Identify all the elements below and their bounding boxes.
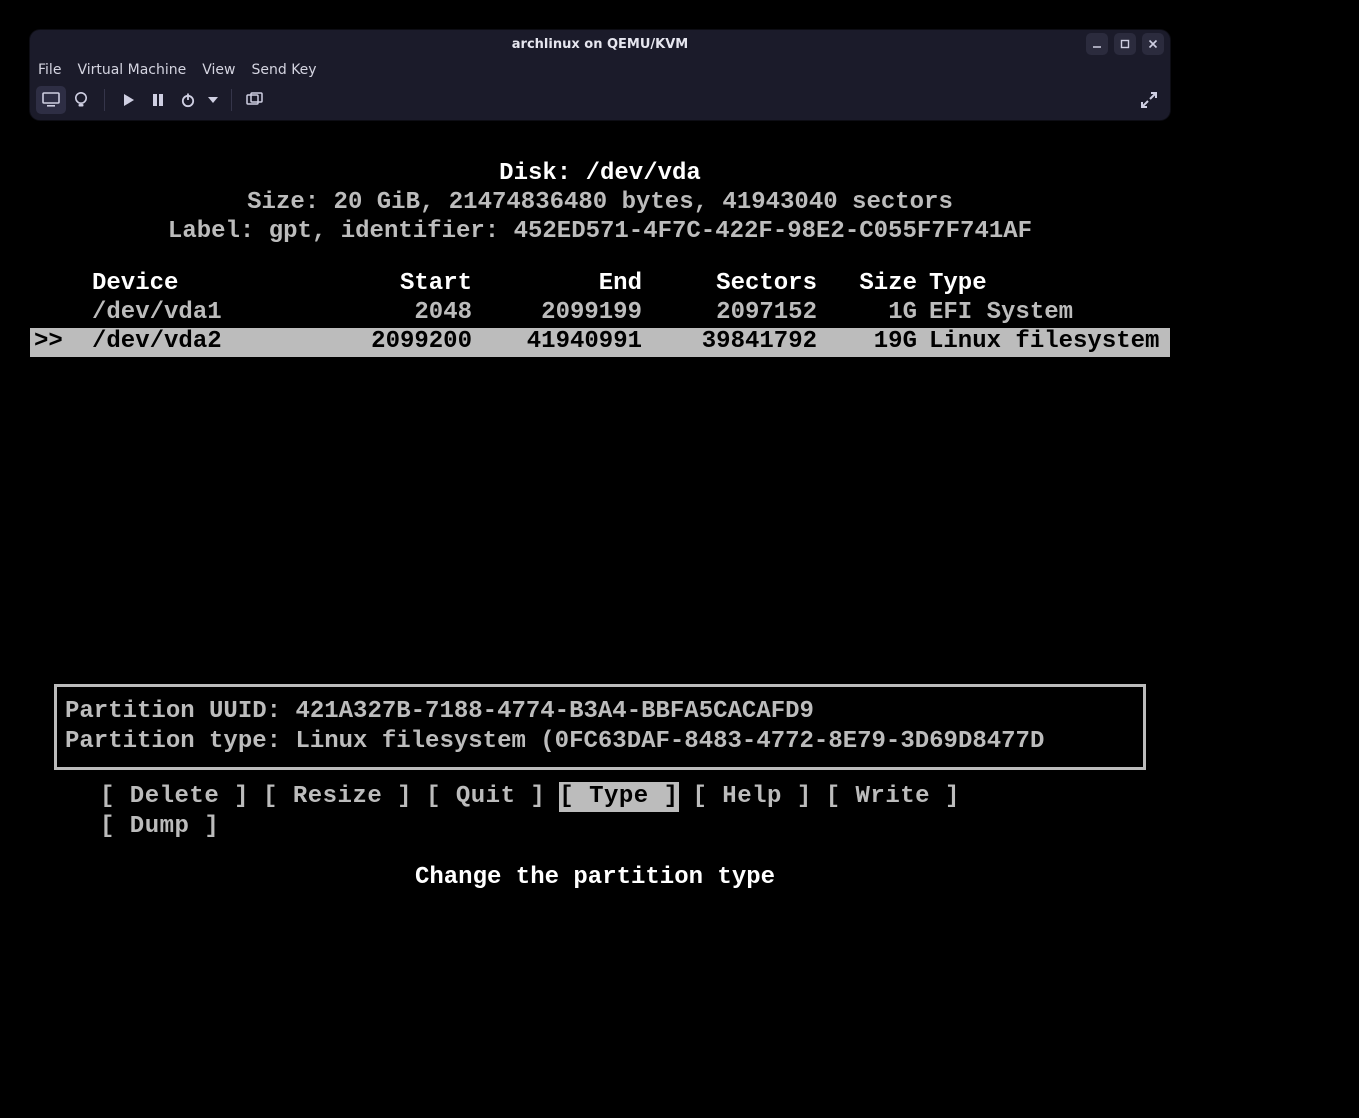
window-titlebar: archlinux on QEMU/KVM <box>30 30 1170 58</box>
window-title: archlinux on QEMU/KVM <box>512 37 688 52</box>
toolbar-separator-2 <box>231 89 232 111</box>
partition-row[interactable]: >>/dev/vda22099200419409913984179219GLin… <box>30 328 1170 357</box>
partition-row[interactable]: /dev/vda12048209919920971521GEFI System <box>30 299 1170 328</box>
partition-uuid-line: Partition UUID: 421A327B-7188-4774-B3A4-… <box>65 697 1135 727</box>
disk-label-line: Label: gpt, identifier: 452ED571-4F7C-42… <box>30 218 1170 247</box>
maximize-button[interactable] <box>1114 33 1136 55</box>
action-dump[interactable]: [ Dump ] <box>100 812 219 842</box>
partition-table-header: Device Start End Sectors Size Type <box>30 270 1170 299</box>
action-type[interactable]: [ Type ] <box>559 782 678 812</box>
run-button[interactable] <box>113 86 143 114</box>
vm-console[interactable]: Disk: /dev/vda Size: 20 GiB, 21474836480… <box>30 160 1170 357</box>
action-delete[interactable]: [ Delete ] <box>100 782 249 812</box>
toolbar-separator <box>104 89 105 111</box>
shutdown-button[interactable] <box>173 86 203 114</box>
col-type: Type <box>917 270 987 299</box>
cfdisk-actions: [ Delete ] [ Resize ] [ Quit ] [ Type ] [ He… <box>100 782 1110 842</box>
shutdown-menu-button[interactable] <box>203 86 223 114</box>
virt-manager-window: archlinux on QEMU/KVM File Virtual Machi… <box>30 30 1170 120</box>
toolbar <box>30 82 1170 120</box>
power-icon <box>180 92 196 108</box>
menu-file[interactable]: File <box>38 62 61 78</box>
partition-type-line: Partition type: Linux filesystem (0FC63D… <box>65 727 1135 757</box>
col-sectors: Sectors <box>642 270 817 299</box>
action-quit[interactable]: [ Quit ] <box>426 782 545 812</box>
action-resize[interactable]: [ Resize ] <box>263 782 412 812</box>
fullscreen-button[interactable] <box>1134 86 1164 114</box>
menu-vm[interactable]: Virtual Machine <box>77 62 186 78</box>
col-size: Size <box>817 270 917 299</box>
menu-sendkey[interactable]: Send Key <box>251 62 316 78</box>
play-icon <box>121 93 135 107</box>
snapshots-icon <box>246 92 264 108</box>
details-button[interactable] <box>66 86 96 114</box>
disk-size-line: Size: 20 GiB, 21474836480 bytes, 4194304… <box>30 189 1170 218</box>
fullscreen-icon <box>1141 92 1157 108</box>
chevron-down-icon <box>208 96 218 104</box>
close-button[interactable] <box>1142 33 1164 55</box>
partition-info-box: Partition UUID: 421A327B-7188-4774-B3A4-… <box>54 684 1146 770</box>
minimize-button[interactable] <box>1086 33 1108 55</box>
pause-icon <box>151 93 165 107</box>
monitor-icon <box>42 92 60 108</box>
lightbulb-icon <box>73 91 89 109</box>
pause-button[interactable] <box>143 86 173 114</box>
col-device: Device <box>92 270 292 299</box>
snapshots-button[interactable] <box>240 86 270 114</box>
col-start: Start <box>292 270 472 299</box>
action-write[interactable]: [ Write ] <box>826 782 960 812</box>
partition-table: Device Start End Sectors Size Type /dev/… <box>30 270 1170 356</box>
menu-bar: File Virtual Machine View Send Key <box>30 58 1170 82</box>
console-button[interactable] <box>36 86 66 114</box>
menu-view[interactable]: View <box>202 62 235 78</box>
disk-title: Disk: /dev/vda <box>30 160 1170 189</box>
col-end: End <box>472 270 642 299</box>
cfdisk-hint: Change the partition type <box>0 864 1190 891</box>
window-controls <box>1086 33 1164 55</box>
action-help[interactable]: [ Help ] <box>693 782 812 812</box>
